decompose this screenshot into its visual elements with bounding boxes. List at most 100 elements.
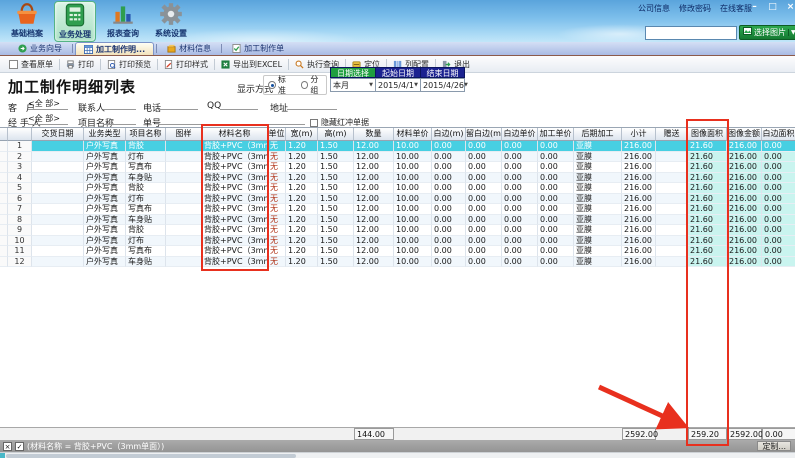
- column-header-赠送[interactable]: 赠送: [656, 128, 688, 141]
- table-cell: 216.00: [727, 141, 762, 152]
- nav-button-业务处理[interactable]: 业务处理: [54, 1, 96, 42]
- column-header-项目名称[interactable]: 项目名称: [126, 128, 166, 141]
- date-dropdown-日期选择[interactable]: 本月▼: [330, 78, 375, 92]
- table-cell: [656, 204, 688, 215]
- column-header-数量[interactable]: 数量: [354, 128, 394, 141]
- table-cell: 背胶+PVC（3mm单面）: [202, 246, 268, 257]
- form-field[interactable]: [220, 98, 258, 110]
- column-header-白边面积[interactable]: 白边面积: [762, 128, 795, 141]
- column-header-图像金额[interactable]: 图像金额: [727, 128, 762, 141]
- toolbar-button-打印预览[interactable]: 打印预览: [102, 57, 156, 72]
- toolbar-button-导出到EXCEL[interactable]: 导出到EXCEL: [216, 57, 287, 72]
- table-cell: 21.60: [688, 204, 727, 215]
- table-row[interactable]: 3户外写真写真布背胶+PVC（3mm单面）无1.201.5012.0010.00…: [0, 162, 795, 173]
- nav-button-系统设置[interactable]: 系统设置: [150, 1, 192, 42]
- table-cell: 1.20: [286, 183, 318, 194]
- top-link[interactable]: 修改密码: [679, 3, 711, 14]
- column-header-业务类型[interactable]: 业务类型: [84, 128, 126, 141]
- form-field[interactable]: <全 部>: [28, 98, 68, 110]
- table-row[interactable]: 7户外写真写真布背胶+PVC（3mm单面）无1.201.5012.0010.00…: [0, 204, 795, 215]
- table-cell: 1.20: [286, 162, 318, 173]
- toolbar-button-打印样式[interactable]: 打印样式: [159, 57, 213, 72]
- column-header-白边(m)[interactable]: 白边(m): [432, 128, 466, 141]
- scrollbar-thumb[interactable]: [6, 454, 296, 458]
- table-cell: [0, 204, 8, 215]
- column-header-交货日期[interactable]: 交货日期: [32, 128, 84, 141]
- table-cell: 21.60: [688, 183, 727, 194]
- tab-加工制作明[interactable]: 加工制作明...: [75, 42, 154, 55]
- checkbox-icon[interactable]: [310, 119, 318, 127]
- table-row[interactable]: 4户外写真车身贴背胶+PVC（3mm单面）无1.201.5012.0010.00…: [0, 173, 795, 184]
- chevron-down-icon[interactable]: ▼: [369, 82, 373, 88]
- column-header-blank[interactable]: [8, 128, 32, 141]
- table-row[interactable]: 6户外写真灯布背胶+PVC（3mm单面）无1.201.5012.0010.000…: [0, 194, 795, 205]
- table-row[interactable]: 11户外写真写真布背胶+PVC（3mm单面）无1.201.5012.0010.0…: [0, 246, 795, 257]
- chevron-down-icon[interactable]: ▼: [464, 82, 468, 88]
- column-header-留白边(m)[interactable]: 留白边(m): [466, 128, 502, 141]
- column-header-材料名称[interactable]: 材料名称: [202, 128, 268, 141]
- column-header-小计[interactable]: 小计: [622, 128, 656, 141]
- column-header-图样[interactable]: 图样: [166, 128, 202, 141]
- table-row[interactable]: 2户外写真灯布背胶+PVC（3mm单面）无1.201.5012.0010.000…: [0, 152, 795, 163]
- table-cell: 216.00: [622, 204, 656, 215]
- form-field[interactable]: [103, 98, 136, 110]
- table-cell: 2: [8, 152, 32, 163]
- column-header-blank[interactable]: [0, 128, 8, 141]
- top-link[interactable]: 公司信息: [638, 3, 670, 14]
- column-header-高(m)[interactable]: 高(m): [318, 128, 354, 141]
- table-row[interactable]: 8户外写真车身贴背胶+PVC（3mm单面）无1.201.5012.0010.00…: [0, 215, 795, 226]
- form-field[interactable]: [158, 98, 198, 110]
- close-filter-icon[interactable]: ×: [3, 442, 12, 451]
- radio-icon[interactable]: [301, 81, 309, 89]
- table-row[interactable]: 1户外写真背胶背胶+PVC（3mm单面）无1.201.5012.0010.000…: [0, 141, 795, 152]
- table-row[interactable]: 12户外写真车身贴背胶+PVC（3mm单面）无1.201.5012.0010.0…: [0, 257, 795, 268]
- column-header-后期加工[interactable]: 后期加工: [574, 128, 622, 141]
- nav-button-报表查询[interactable]: 报表查询: [102, 1, 144, 42]
- table-cell: 0.00: [762, 246, 795, 257]
- chevron-down-icon[interactable]: ▼: [788, 29, 795, 36]
- table-cell: [166, 204, 202, 215]
- search-input[interactable]: [645, 26, 737, 40]
- table-cell: 写真布: [126, 246, 166, 257]
- radio-icon[interactable]: [268, 81, 276, 89]
- form-field[interactable]: [287, 98, 337, 110]
- table-row[interactable]: 10户外写真灯布背胶+PVC（3mm单面）无1.201.5012.0010.00…: [0, 236, 795, 247]
- table-cell: [166, 225, 202, 236]
- nav-button-基础档案[interactable]: 基础档案: [6, 1, 48, 42]
- toolbar-button-查看原单[interactable]: 查看原单: [4, 57, 58, 72]
- sheet-icon: [84, 45, 93, 54]
- table-row[interactable]: 5户外写真背胶背胶+PVC（3mm单面）无1.201.5012.0010.000…: [0, 183, 795, 194]
- column-header-加工单价[interactable]: 加工单价: [538, 128, 574, 141]
- column-header-图像面积[interactable]: 图像面积: [688, 128, 727, 141]
- radio-分组[interactable]: 分组: [301, 74, 327, 96]
- table-row[interactable]: 9户外写真背胶背胶+PVC（3mm单面）无1.201.5012.0010.000…: [0, 225, 795, 236]
- toolbar-button-label: 打印预览: [119, 59, 151, 70]
- pick-image-button[interactable]: 选择图片 ▼: [739, 25, 795, 40]
- horizontal-scrollbar[interactable]: [0, 452, 795, 458]
- date-dropdown-起始日期[interactable]: 2015/4/1▼: [375, 78, 420, 92]
- column-header-白边单价[interactable]: 白边单价: [502, 128, 538, 141]
- tab-label: 材料信息: [179, 43, 211, 54]
- minimize-button[interactable]: –: [748, 2, 761, 13]
- column-header-宽(m)[interactable]: 宽(m): [286, 128, 318, 141]
- tab-材料信息[interactable]: 材料信息: [159, 42, 219, 55]
- chevron-down-icon[interactable]: ▼: [414, 82, 418, 88]
- column-header-材料单价[interactable]: 材料单价: [394, 128, 432, 141]
- filter-check-icon[interactable]: ✓: [15, 442, 24, 451]
- toolbar-divider: [214, 59, 215, 70]
- form-field[interactable]: [158, 113, 305, 125]
- maximize-button[interactable]: □: [766, 2, 779, 13]
- date-dropdown-结束日期[interactable]: 2015/4/26▼: [420, 78, 465, 92]
- radio-标准[interactable]: 标准: [268, 74, 294, 96]
- table-cell: 背胶+PVC（3mm单面）: [202, 162, 268, 173]
- close-button[interactable]: ×: [784, 2, 795, 13]
- toolbar-button-打印[interactable]: 打印: [61, 57, 99, 72]
- table-cell: [0, 257, 8, 268]
- customize-button[interactable]: 定制...: [757, 441, 791, 451]
- table-cell: 21.60: [688, 215, 727, 226]
- tab-加工制作单[interactable]: 加工制作单: [224, 42, 292, 55]
- form-field[interactable]: [103, 113, 136, 125]
- form-field[interactable]: <全 部>: [28, 113, 68, 125]
- column-header-单位[interactable]: 单位: [268, 128, 286, 141]
- tab-业务向导[interactable]: 业务向导: [10, 42, 70, 55]
